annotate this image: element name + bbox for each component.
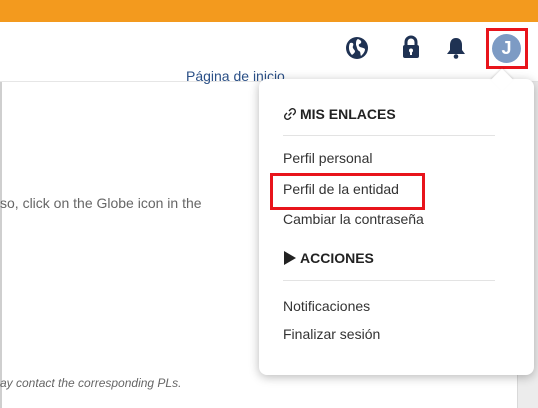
section-my-links-label: MIS ENLACES (300, 106, 396, 122)
entity-profile-highlight (270, 173, 425, 210)
menu-item-notifications[interactable]: Notificaciones (283, 298, 370, 314)
menu-item-logout[interactable]: Finalizar sesión (283, 326, 380, 342)
link-icon (283, 107, 297, 121)
lock-icon[interactable] (402, 35, 420, 59)
globe-icon[interactable] (345, 36, 369, 60)
section-my-links: MIS ENLACES (283, 106, 396, 122)
body-text: so, click on the Globe icon in the (0, 195, 202, 211)
divider (283, 135, 495, 136)
content-left-border (0, 82, 2, 408)
section-actions: ACCIONES (283, 250, 374, 266)
section-actions-label: ACCIONES (300, 250, 374, 266)
note-text: ay contact the corresponding PLs. (0, 376, 182, 390)
play-icon (284, 251, 296, 265)
menu-item-change-password[interactable]: Cambiar la contraseña (283, 211, 424, 227)
divider (283, 280, 495, 281)
menu-item-personal-profile[interactable]: Perfil personal (283, 150, 373, 166)
avatar[interactable]: J (492, 34, 521, 63)
top-accent-bar (0, 0, 538, 22)
bell-icon[interactable] (446, 37, 466, 59)
